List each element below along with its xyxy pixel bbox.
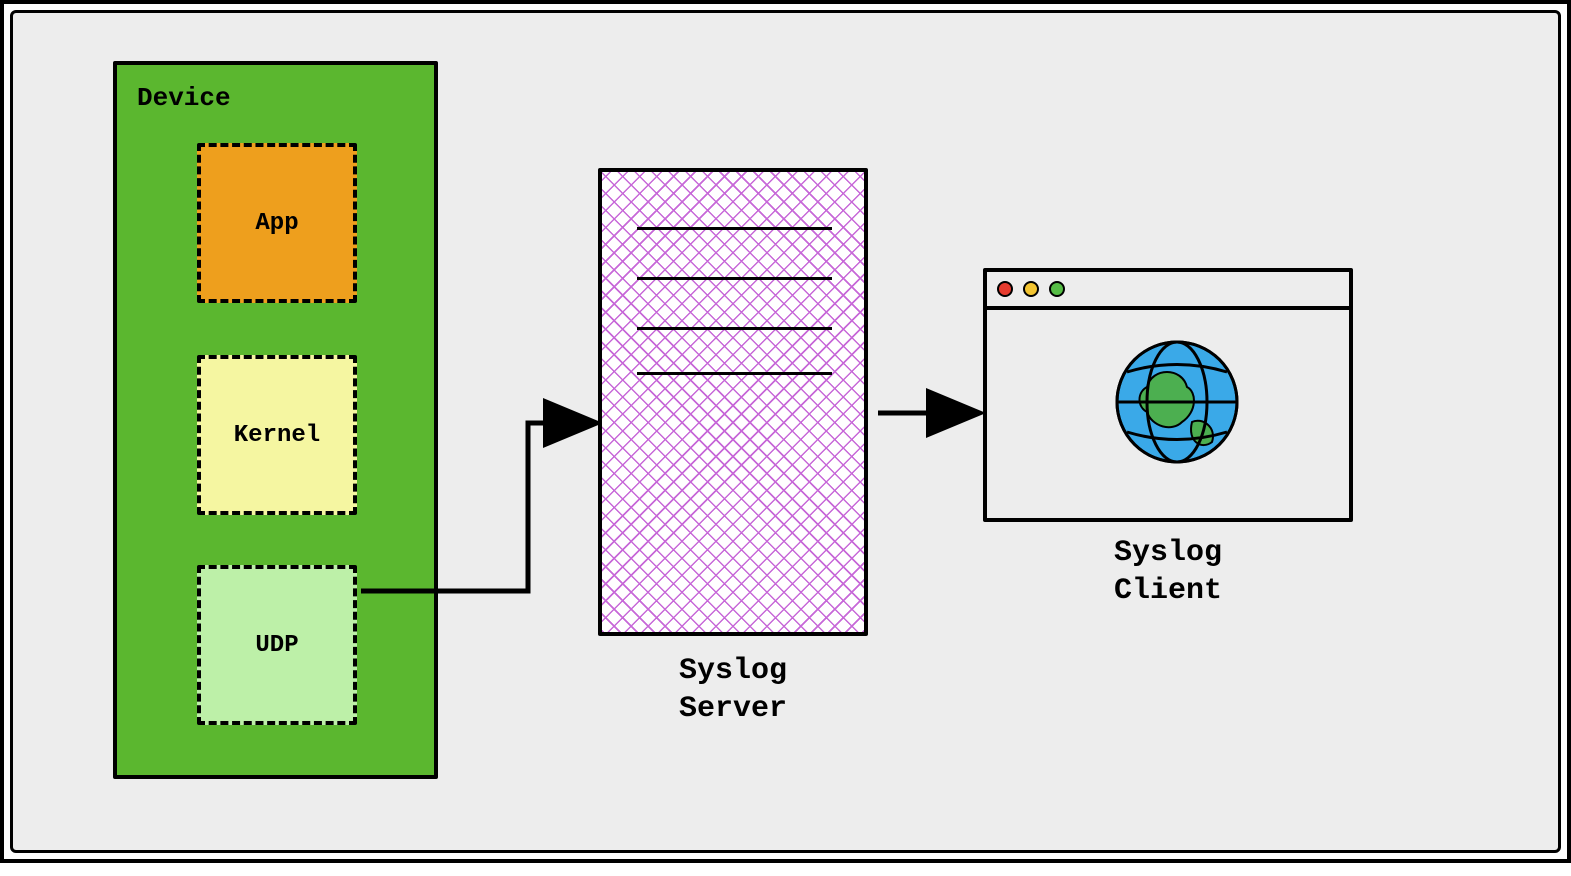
syslog-client-window <box>983 268 1353 522</box>
window-titlebar <box>987 272 1349 310</box>
diagram-outer-frame: Device App Kernel UDP <box>0 0 1571 863</box>
window-dot-close-icon <box>997 281 1013 297</box>
window-dot-minimize-icon <box>1023 281 1039 297</box>
client-label-line1: Syslog <box>1114 536 1222 570</box>
client-label-line2: Client <box>1114 574 1222 608</box>
diagram-canvas: Device App Kernel UDP <box>10 10 1561 853</box>
syslog-client-label: Syslog Client <box>983 535 1353 610</box>
window-dot-zoom-icon <box>1049 281 1065 297</box>
globe-icon <box>1107 332 1247 472</box>
